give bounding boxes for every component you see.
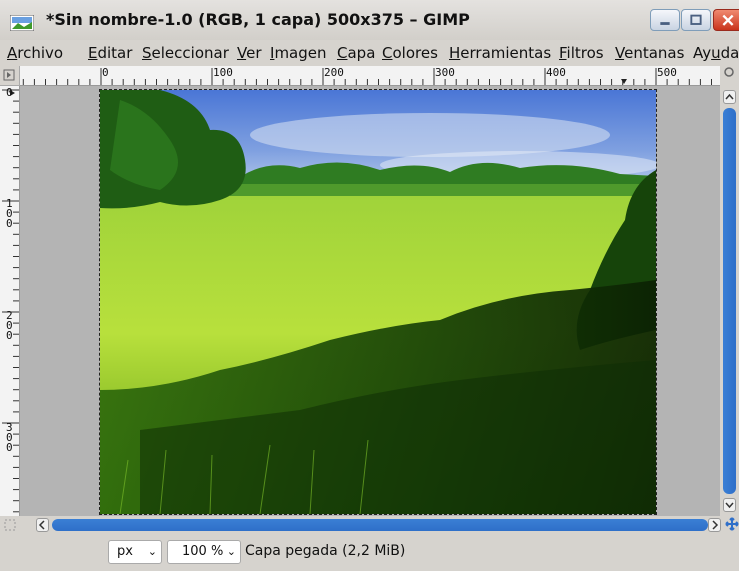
chevron-right-icon	[712, 520, 719, 530]
menu-archivo[interactable]: Archivo	[7, 44, 63, 62]
chevron-left-icon	[38, 520, 45, 530]
menu-arrow-icon	[3, 69, 15, 81]
menu-editar[interactable]: Editar	[88, 44, 132, 62]
vruler-label: 300	[6, 421, 13, 454]
scroll-up-button[interactable]	[723, 90, 736, 104]
menu-ver[interactable]: Ver	[237, 44, 262, 62]
window-title: *Sin nombre-1.0 (RGB, 1 capa) 500x375 – …	[46, 10, 470, 29]
maximize-icon	[690, 14, 702, 25]
menu-ayuda[interactable]: Ayuda	[693, 44, 739, 62]
title-bar[interactable]: *Sin nombre-1.0 (RGB, 1 capa) 500x375 – …	[0, 0, 739, 40]
zoom-select[interactable]: 100 % ⌄	[167, 540, 241, 564]
vertical-scroll-thumb[interactable]	[723, 108, 736, 494]
scroll-right-button[interactable]	[708, 518, 721, 532]
hruler-label: 400	[546, 66, 566, 79]
hruler-ticks	[22, 68, 712, 85]
quick-mask-button[interactable]	[3, 518, 17, 532]
quick-mask-icon	[4, 519, 16, 531]
unit-value: px	[117, 544, 133, 559]
chevron-down-icon	[725, 502, 734, 509]
hruler-label: 300	[435, 66, 455, 79]
menu-bar: Archivo Editar Seleccionar Ver Imagen Ca…	[0, 40, 739, 66]
zoom-arrow-icon: ⌄	[226, 545, 236, 558]
vruler-label: 200	[6, 309, 13, 342]
hruler-label: 0	[102, 66, 109, 79]
minimize-icon	[660, 22, 670, 25]
horizontal-scrollbar[interactable]	[0, 516, 739, 534]
minimize-button[interactable]	[650, 9, 680, 31]
horizontal-scroll-thumb[interactable]	[52, 519, 708, 531]
menu-seleccionar[interactable]: Seleccionar	[142, 44, 229, 62]
image-layer[interactable]	[99, 89, 657, 515]
horizontal-ruler[interactable]: 0 100 200 300 400 500	[20, 66, 720, 86]
canvas-area[interactable]	[20, 86, 720, 516]
hruler-label: 200	[324, 66, 344, 79]
close-button[interactable]	[713, 9, 739, 31]
vruler-label: 100	[6, 197, 13, 230]
chevron-down-icon: ⌄	[147, 545, 157, 558]
menu-imagen[interactable]: Imagen	[270, 44, 327, 62]
maximize-button[interactable]	[681, 9, 711, 31]
menu-herramientas[interactable]: Herramientas	[449, 44, 551, 62]
menu-arrow-button[interactable]	[0, 66, 20, 86]
scroll-down-button[interactable]	[723, 498, 736, 512]
menu-filtros[interactable]: Filtros	[559, 44, 604, 62]
navigate-button[interactable]	[724, 517, 739, 533]
hruler-label: 100	[213, 66, 233, 79]
close-icon	[722, 14, 734, 26]
unit-select[interactable]: px ⌄	[108, 540, 162, 564]
status-message: Capa pegada (2,2 MiB)	[245, 543, 406, 559]
status-bar: px ⌄ 100 % ⌄ Capa pegada (2,2 MiB)	[0, 534, 739, 571]
vruler-label: 0	[6, 86, 13, 99]
scroll-left-button[interactable]	[36, 518, 49, 532]
zoom-value: 100 %	[182, 544, 224, 559]
menu-ventanas[interactable]: Ventanas	[615, 44, 684, 62]
hruler-label: 500	[657, 66, 677, 79]
zoom-image-button[interactable]	[720, 66, 739, 86]
vertical-scrollbar[interactable]	[720, 86, 739, 516]
menu-capa[interactable]: Capa	[337, 44, 375, 62]
app-icon	[10, 15, 34, 31]
landscape-image	[100, 90, 656, 514]
chevron-up-icon	[725, 93, 734, 100]
vertical-ruler[interactable]: 0 100 200 300	[0, 86, 20, 516]
navigate-icon	[724, 517, 739, 531]
zoom-icon	[723, 67, 734, 77]
menu-colores[interactable]: Colores	[382, 44, 438, 62]
